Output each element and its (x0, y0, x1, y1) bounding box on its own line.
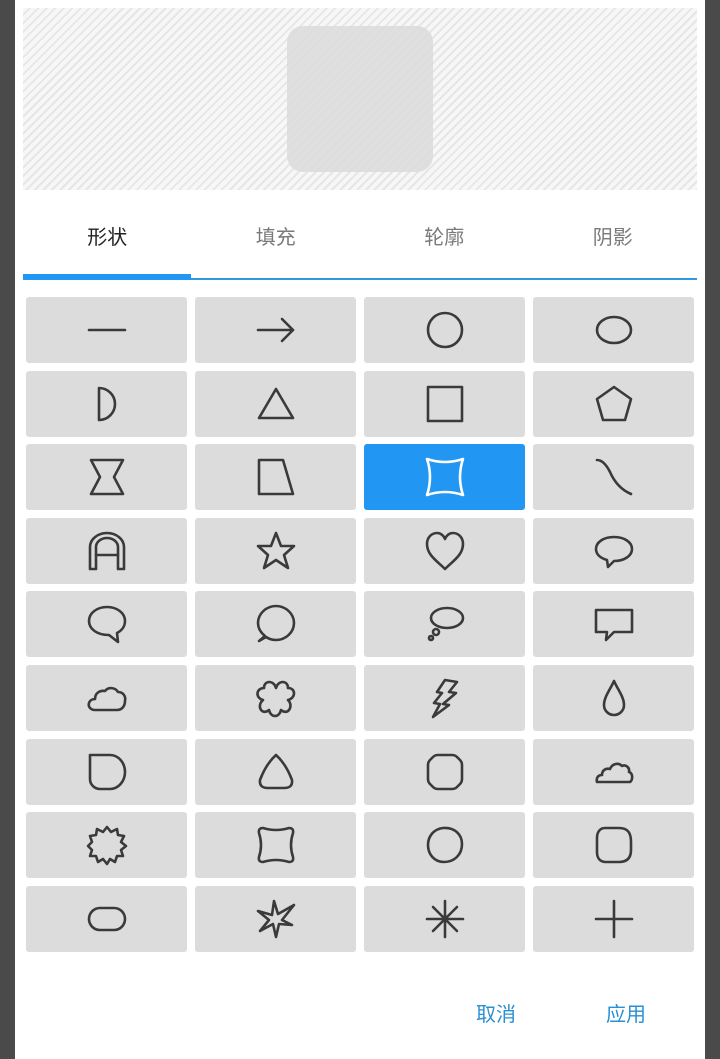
tab-indicator (23, 274, 191, 280)
reuleaux-triangle-icon (258, 753, 293, 789)
cloud-outline-icon (594, 762, 633, 783)
heart-icon (425, 531, 464, 571)
tab-label: 轮廓 (424, 224, 465, 249)
hourglass-icon (89, 458, 124, 496)
tab-fill[interactable]: 填充 (192, 192, 361, 278)
shape-cell-speech-bubble[interactable] (26, 591, 187, 658)
shape-cell-s-curve[interactable] (533, 444, 694, 511)
apply-button[interactable]: 应用 (592, 990, 660, 1035)
s-curve-icon (595, 458, 632, 496)
shape-cell-hourglass[interactable] (26, 444, 187, 511)
ellipse-icon (595, 315, 632, 345)
shape-cell-heart[interactable] (364, 517, 525, 584)
shape-cell-oval-speech-bubble[interactable] (533, 517, 694, 584)
shape-cell-circle-blob[interactable] (364, 812, 525, 879)
shape-cell-rounded-square-tab[interactable] (26, 738, 187, 805)
shape-cell-reuleaux-triangle[interactable] (195, 738, 356, 805)
plus-icon (594, 899, 633, 939)
round-speech-bubble-icon (256, 605, 295, 643)
asterisk-icon (425, 899, 464, 939)
speech-bubble-icon (87, 606, 126, 644)
shape-cell-triangle[interactable] (195, 370, 356, 437)
cancel-button[interactable]: 取消 (462, 990, 530, 1035)
line-icon (87, 328, 126, 332)
shape-preview (23, 8, 697, 190)
oval-speech-bubble-icon (594, 535, 633, 569)
trapezoid-icon (257, 458, 294, 496)
thought-bubble-icon (427, 607, 464, 642)
tab-label: 形状 (87, 224, 128, 249)
shape-cell-rounded-rectangle[interactable] (26, 885, 187, 952)
shape-cell-droplet[interactable] (533, 664, 694, 731)
shape-cell-square[interactable] (364, 370, 525, 437)
shape-cell-pentagon[interactable] (533, 370, 694, 437)
shape-cell-lightning[interactable] (364, 664, 525, 731)
rounded-square-tab-icon (88, 753, 126, 790)
shape-cell-rectangular-speech-bubble[interactable] (533, 591, 694, 658)
pentagon-icon (595, 385, 632, 421)
shape-cell-trapezoid[interactable] (195, 444, 356, 511)
rounded-rectangle-icon (87, 906, 126, 932)
arrow-icon (256, 317, 294, 343)
tab-shadow[interactable]: 阴影 (529, 192, 698, 278)
shape-cell-plus[interactable] (533, 885, 694, 952)
tab-outline[interactable]: 轮廓 (360, 192, 529, 278)
shape-cell-arch[interactable] (26, 517, 187, 584)
droplet-icon (602, 679, 625, 717)
circle-icon (426, 311, 463, 349)
rounded-blob-icon (595, 826, 632, 864)
shape-cell-asterisk[interactable] (364, 885, 525, 952)
shape-cell-circle[interactable] (364, 297, 525, 363)
shape-cell-concave-square[interactable] (364, 444, 525, 511)
lightning-icon (431, 678, 458, 719)
square-icon (426, 385, 463, 422)
cloud-icon (86, 686, 126, 712)
tab-shape[interactable]: 形状 (23, 192, 192, 280)
tab-bar: 形状 填充 轮廓 阴影 (23, 192, 697, 280)
arch-icon (88, 531, 125, 571)
shape-grid (26, 297, 694, 952)
shape-cell-rounded-blob[interactable] (533, 812, 694, 879)
half-circle-icon (97, 386, 116, 421)
concave-square-icon (425, 457, 464, 497)
dialog-actions: 取消 应用 (400, 990, 660, 1035)
shape-cell-line[interactable] (26, 297, 187, 363)
shape-cell-half-circle[interactable] (26, 370, 187, 437)
circle-blob-icon (426, 826, 463, 864)
star-icon (256, 531, 295, 570)
shape-cell-flower[interactable] (195, 664, 356, 731)
tab-label: 填充 (255, 224, 296, 249)
rectangular-speech-bubble-icon (594, 609, 633, 642)
shape-cell-round-speech-bubble[interactable] (195, 591, 356, 658)
triangle-icon (257, 387, 294, 419)
shape-cell-arrow[interactable] (195, 297, 356, 363)
shape-cell-starburst[interactable] (26, 812, 187, 879)
shape-dialog: 形状 填充 轮廓 阴影 取消 应用 (15, 0, 705, 1059)
starburst-icon (86, 825, 127, 866)
shape-cell-explosion[interactable] (195, 885, 356, 952)
shape-cell-thought-bubble[interactable] (364, 591, 525, 658)
preview-shape (287, 26, 433, 172)
octagon-icon (426, 753, 463, 790)
shape-cell-star[interactable] (195, 517, 356, 584)
shape-cell-cloud-outline[interactable] (533, 738, 694, 805)
shape-cell-cloud[interactable] (26, 664, 187, 731)
shape-cell-octagon[interactable] (364, 738, 525, 805)
flower-icon (255, 680, 295, 718)
explosion-icon (256, 899, 295, 939)
shape-cell-scalloped-square[interactable] (195, 812, 356, 879)
tab-label: 阴影 (592, 224, 633, 249)
shape-cell-ellipse[interactable] (533, 297, 694, 363)
scalloped-square-icon (257, 826, 294, 864)
